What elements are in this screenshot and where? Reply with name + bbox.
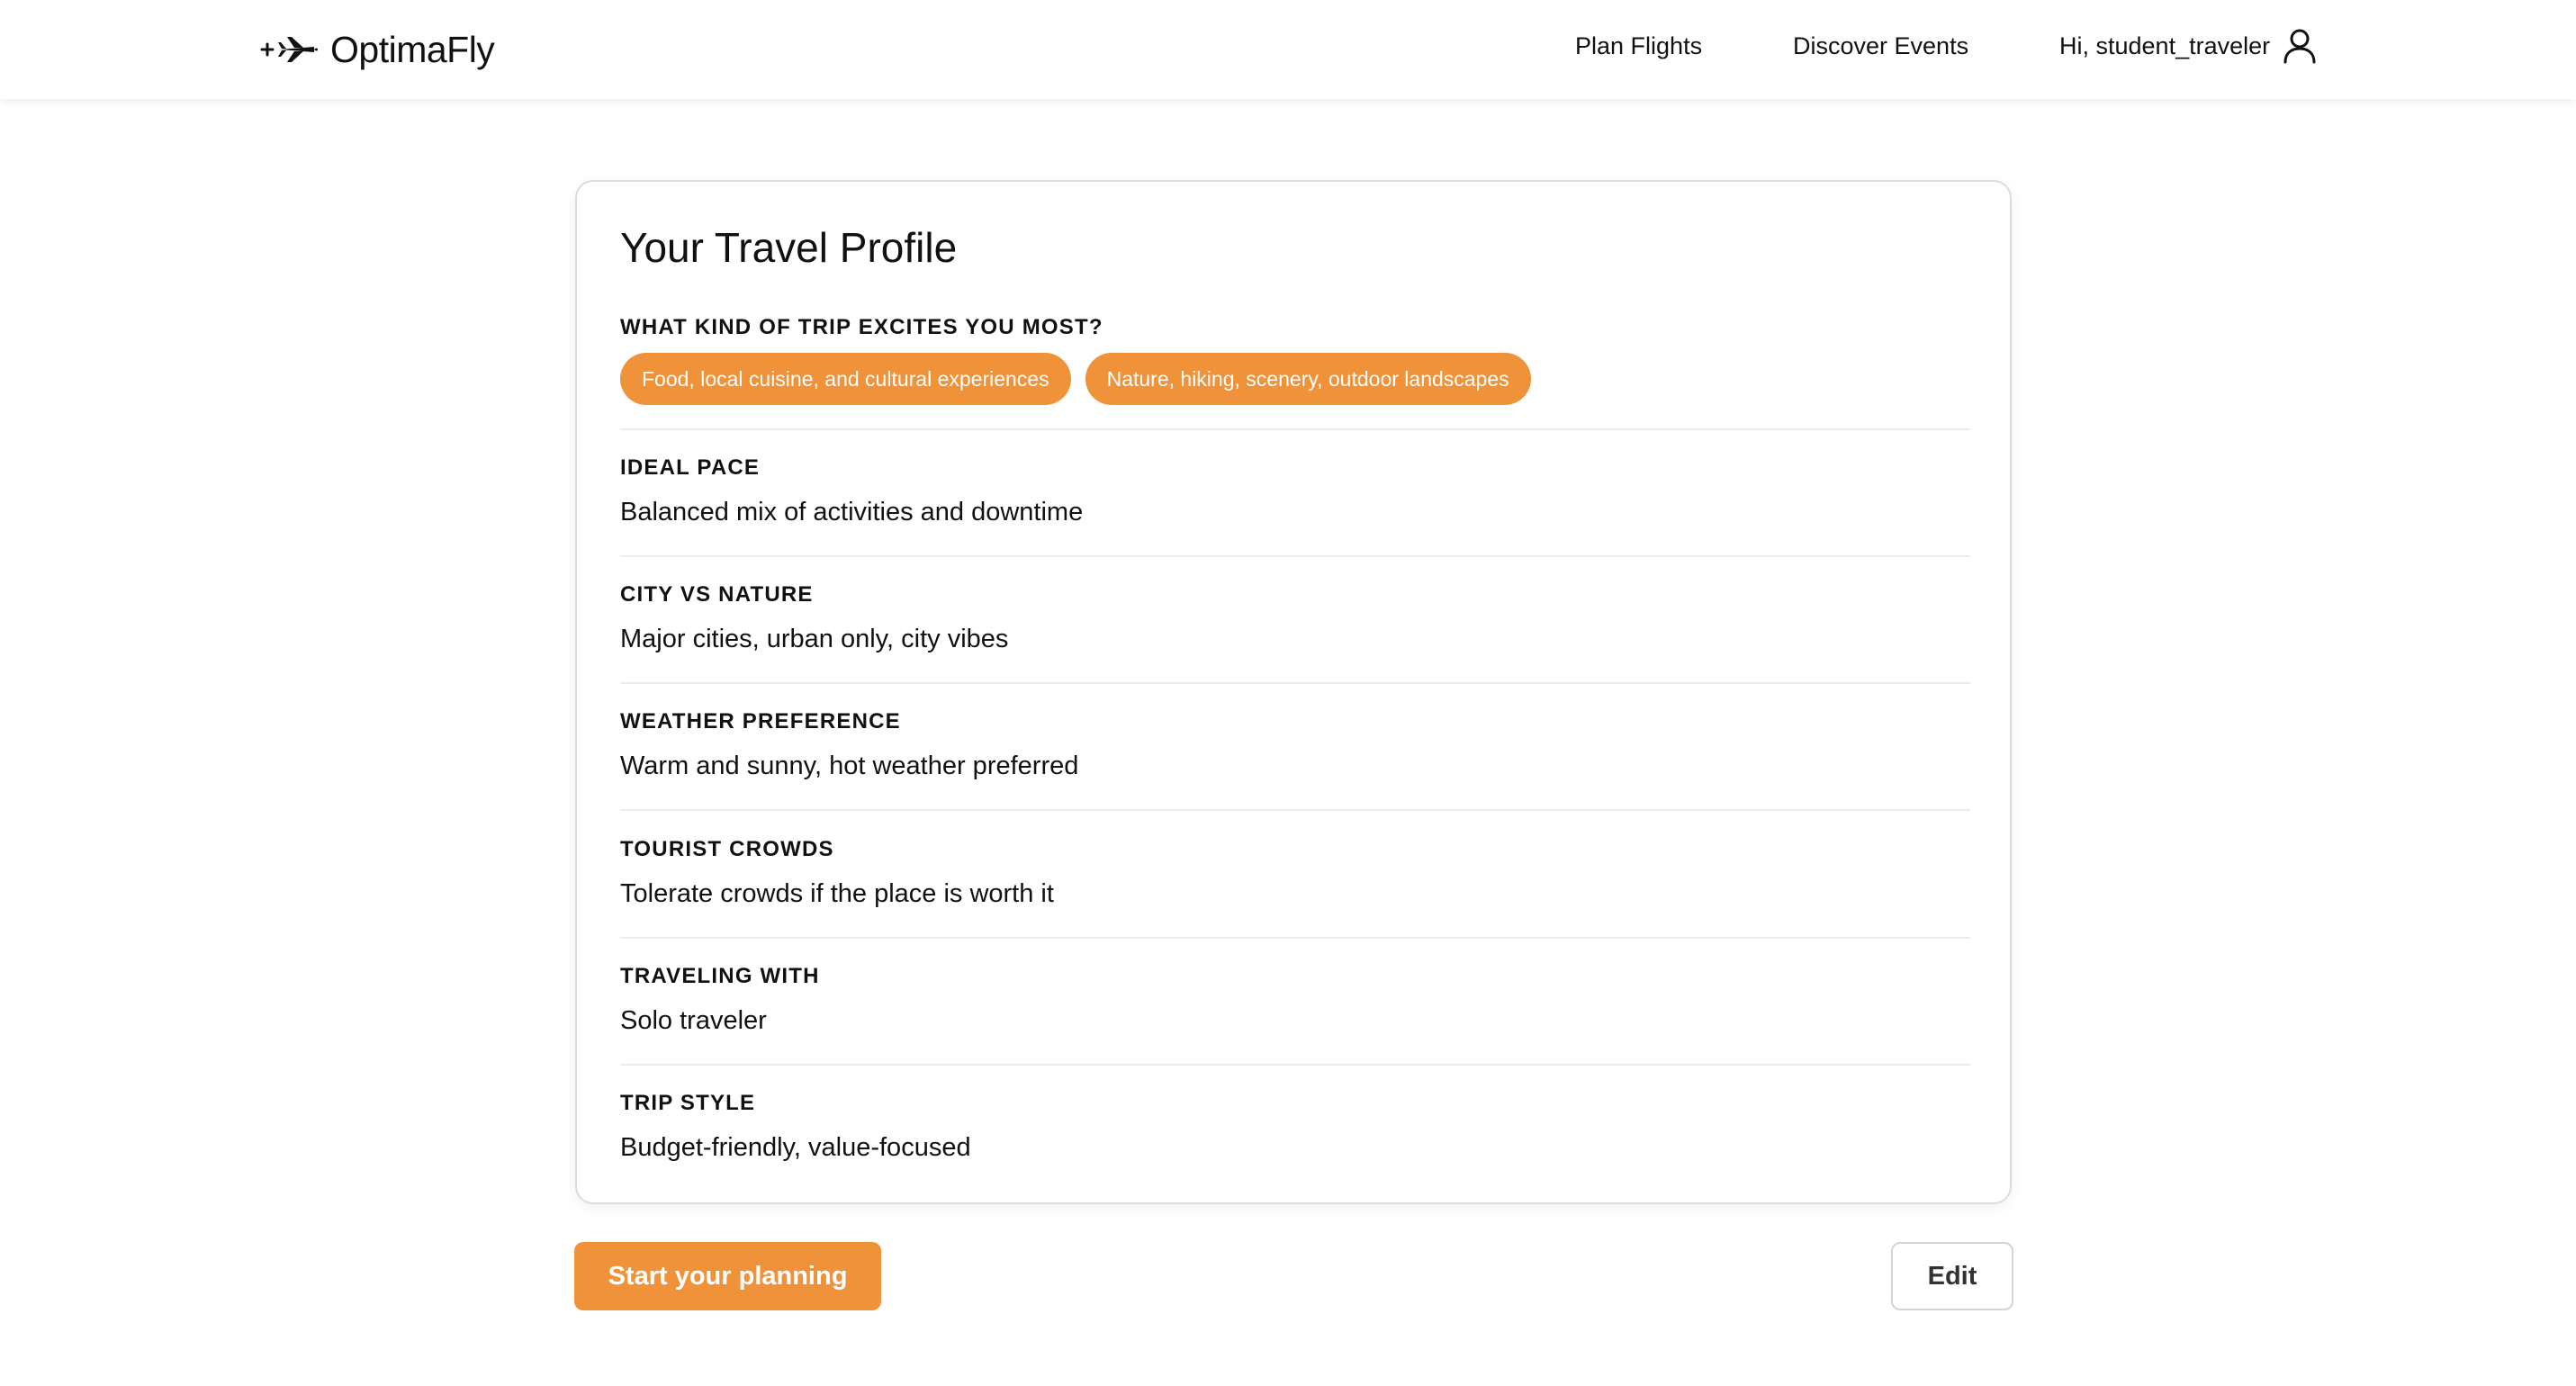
- trip-style-value: Budget-friendly, value-focused: [620, 1133, 971, 1162]
- tourist-crowds-label: TOURIST CROWDS: [620, 837, 834, 861]
- weather-preference-label: WEATHER PREFERENCE: [620, 709, 901, 734]
- trip-tag: Nature, hiking, scenery, outdoor landsca…: [1085, 353, 1531, 405]
- city-vs-nature-label: CITY VS NATURE: [620, 582, 814, 607]
- travel-profile-card: Your Travel Profile WHAT KIND OF TRIP EX…: [575, 180, 2012, 1204]
- traveling-with-label: TRAVELING WITH: [620, 964, 820, 988]
- ideal-pace-label: IDEAL PACE: [620, 455, 761, 480]
- brand-logo[interactable]: OptimaFly: [258, 20, 495, 79]
- start-planning-button[interactable]: Start your planning: [574, 1242, 881, 1310]
- nav-plan-flights[interactable]: Plan Flights: [1575, 0, 1702, 92]
- brand-name: OptimaFly: [330, 28, 495, 70]
- section-divider: [620, 428, 1970, 430]
- city-vs-nature-value: Major cities, urban only, city vibes: [620, 625, 1009, 653]
- section-divider: [620, 1064, 1970, 1066]
- tourist-crowds-value: Tolerate crowds if the place is worth it: [620, 879, 1054, 908]
- user-greeting: Hi, student_traveler: [2059, 32, 2271, 59]
- nav-discover-events[interactable]: Discover Events: [1793, 0, 1968, 92]
- section-divider: [620, 937, 1970, 939]
- profile-title: Your Travel Profile: [620, 224, 958, 271]
- user-icon: [2283, 29, 2316, 64]
- edit-button[interactable]: Edit: [1891, 1242, 2013, 1310]
- top-navigation-bar: OptimaFly Plan Flights Discover Events H…: [0, 0, 2576, 99]
- trip-tag: Food, local cuisine, and cultural experi…: [620, 353, 1071, 405]
- section-divider: [620, 555, 1970, 557]
- weather-preference-value: Warm and sunny, hot weather preferred: [620, 752, 1079, 780]
- section-divider: [620, 809, 1970, 811]
- user-menu[interactable]: Hi, student_traveler: [2059, 0, 2317, 92]
- traveling-with-value: Solo traveler: [620, 1006, 767, 1035]
- trip-style-label: TRIP STYLE: [620, 1091, 756, 1115]
- plane-icon: [260, 37, 318, 62]
- trip-excitement-label: WHAT KIND OF TRIP EXCITES YOU MOST?: [620, 315, 1103, 339]
- section-divider: [620, 682, 1970, 684]
- ideal-pace-value: Balanced mix of activities and downtime: [620, 498, 1084, 526]
- trip-tags: Food, local cuisine, and cultural experi…: [620, 353, 1531, 405]
